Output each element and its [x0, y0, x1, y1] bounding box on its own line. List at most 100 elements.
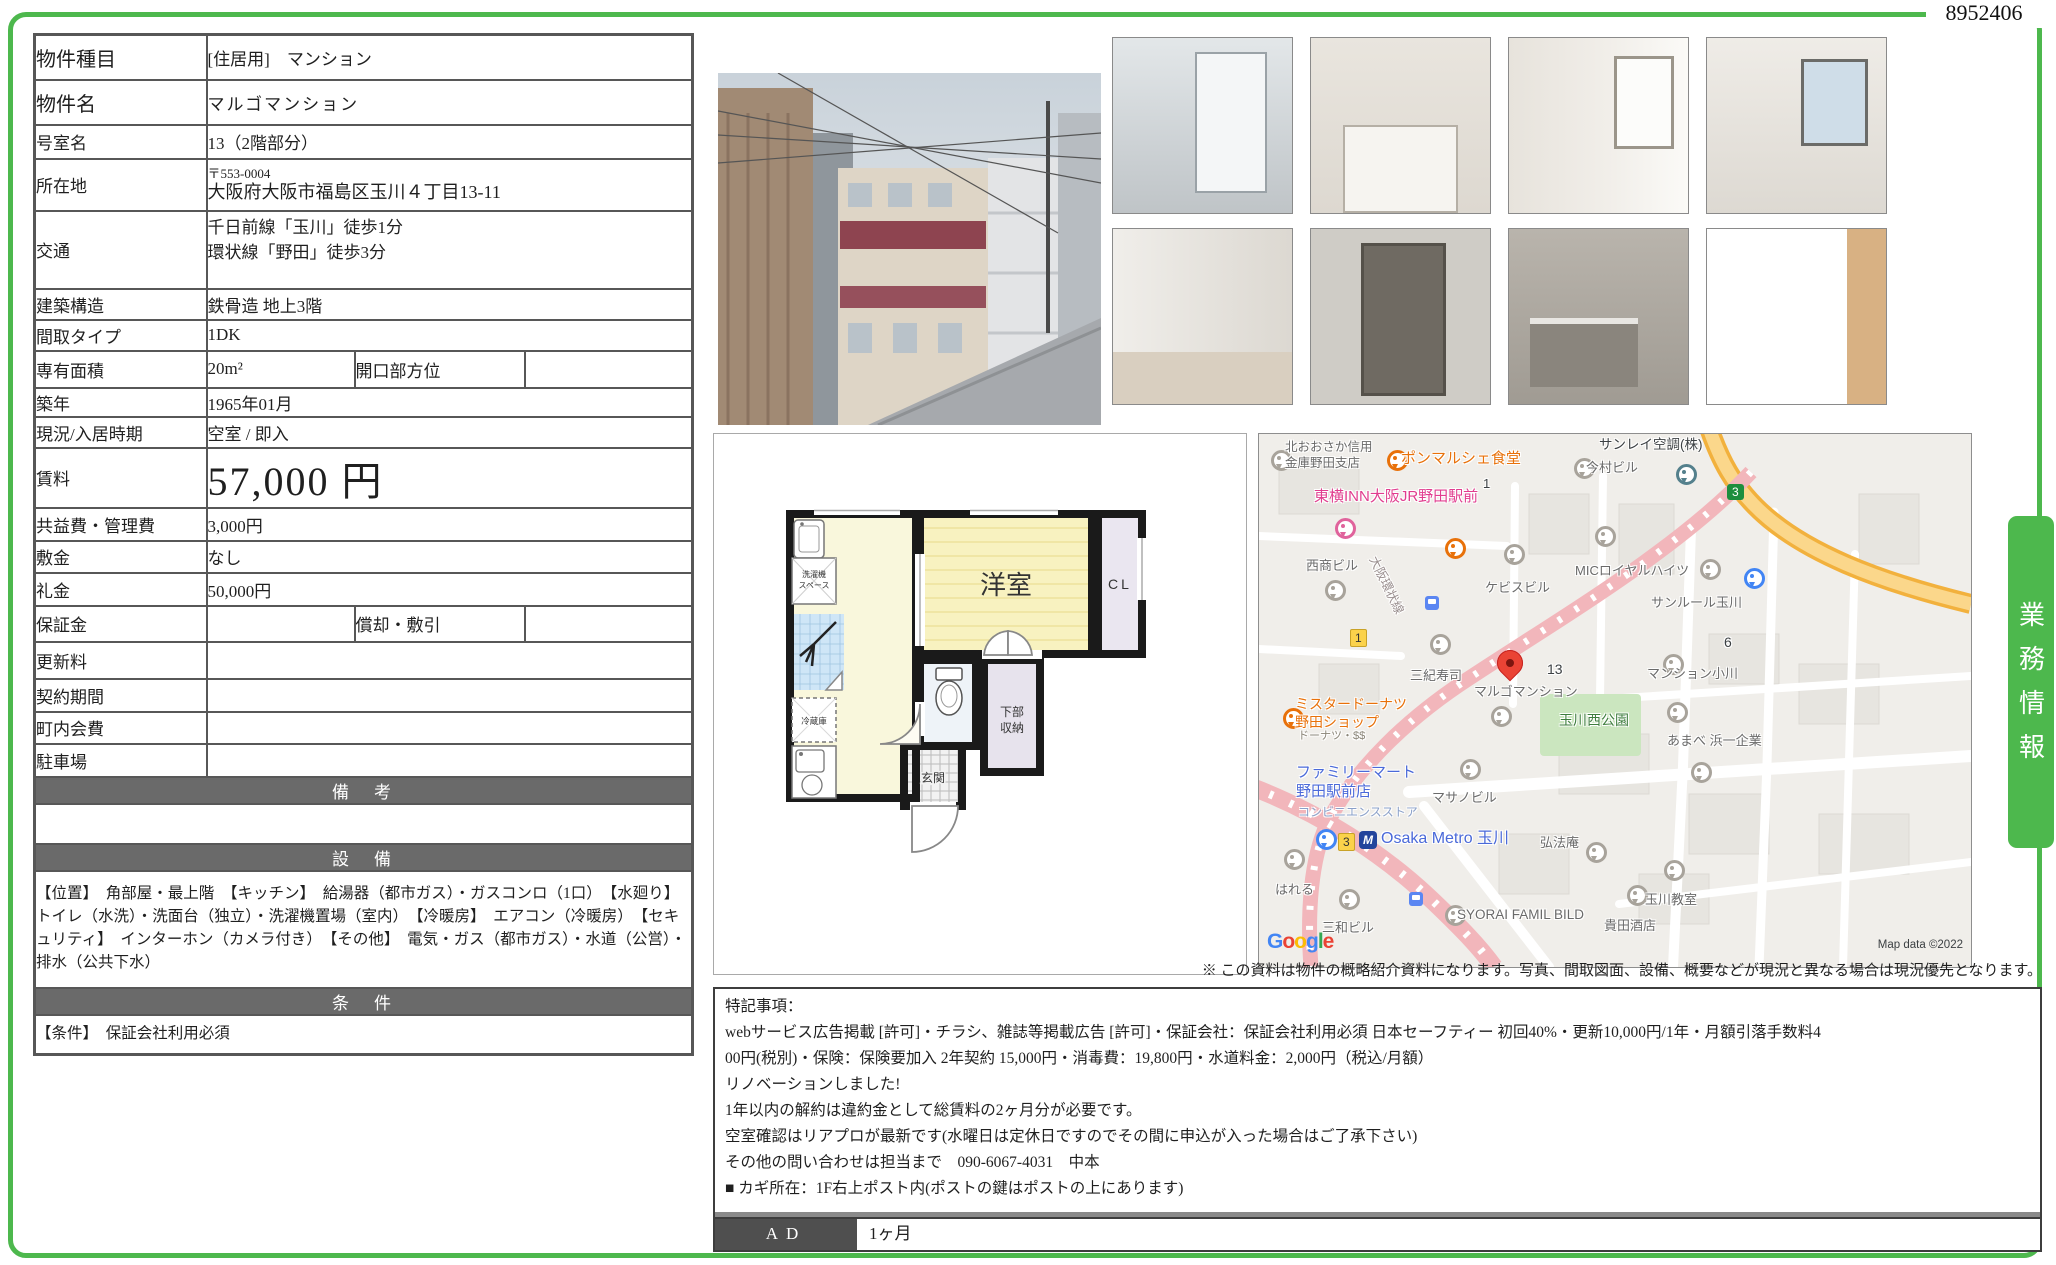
conditions-body-row: 【条件】 保証会社利用必須 [35, 1015, 693, 1055]
special-notes-box: 特記事項： webサービス広告掲載 [許可]・チラシ、雑誌等掲載広告 [許可]・… [713, 987, 2042, 1252]
map-label-masano: マサノビル [1432, 790, 1497, 806]
map-label-mister-donut: ミスタードーナツ 野田ショップ [1295, 696, 1415, 731]
train-station-icon [1425, 596, 1439, 610]
storage-label-1: 下部 [1000, 704, 1024, 719]
map-label-mister-donut-sub: ドーナツ・$$ [1298, 730, 1365, 744]
table-row: 所在地 〒553-0004 大阪府大阪市福島区玉川４丁目13-11 [35, 159, 693, 211]
row-value-2 [525, 606, 693, 642]
table-row: 号室名 13（2階部分） [35, 125, 693, 159]
equipment-body: 【位置】 角部屋・最上階 【キッチン】 給湯器（都市ガス）・ガスコンロ（1口） … [35, 871, 693, 988]
row-label: 共益費・管理費 [35, 508, 207, 541]
map-label-mic-royal: MICロイヤルハイツ [1575, 563, 1689, 579]
remarks-body [35, 804, 693, 844]
row-label: 保証金 [35, 606, 207, 642]
row-label: 号室名 [35, 125, 207, 159]
row-label: 契約期間 [35, 679, 207, 712]
photo-thumbnail-7 [1508, 228, 1689, 405]
map-label-koboan: 弘法庵 [1540, 835, 1579, 851]
table-row: 保証金 償却・敷引 [35, 606, 693, 642]
restaurant-pin-icon [1445, 538, 1466, 559]
row-label: 交通 [35, 211, 207, 289]
map-pin [1691, 762, 1712, 783]
section-header-remarks: 備 考 [35, 777, 693, 804]
map-pin [1595, 526, 1616, 547]
row-value: 1965年01月 [207, 388, 693, 417]
map-label-ponmarche: ポンマルシェ食堂 [1401, 450, 1521, 469]
table-row: 共益費・管理費 3,000円 [35, 508, 693, 541]
photo-thumbnail-2 [1310, 37, 1491, 214]
fridge-label: 冷蔵庫 [801, 716, 827, 726]
ad-row: AD 1ヶ月 [715, 1217, 2040, 1250]
serial-number: 8952406 [1926, 0, 2042, 28]
map-pin [1504, 544, 1525, 565]
exterior-photo-graphic [718, 73, 1101, 425]
room-label: 洋室 [980, 570, 1032, 600]
row-value: 3,000円 [207, 508, 693, 541]
map-label-imamura: 今村ビル [1586, 460, 1638, 476]
row-value: [住居用] マンション [207, 35, 693, 80]
transit-pin-icon [1316, 829, 1337, 850]
floor-plan-graphic: 洋室 CL 下部 収納 玄関 洗濯機 スペース 冷蔵庫 [714, 434, 1246, 974]
map-label-sanrei: サンレイ空調(株) [1599, 437, 1703, 454]
row-value [207, 679, 693, 712]
map-pin [1586, 842, 1607, 863]
photo-thumbnail-8 [1706, 228, 1887, 405]
google-logo: Google [1267, 930, 1333, 954]
note-line: 特記事項： [725, 994, 2030, 1020]
row-label: 物件種目 [35, 35, 207, 80]
map-label-sunroule: サンルール玉川 [1651, 595, 1742, 611]
row-value [207, 712, 693, 744]
row-value: 〒553-0004 大阪府大阪市福島区玉川４丁目13-11 [207, 159, 693, 211]
remarks-body-row [35, 804, 693, 844]
equipment-body-row: 【位置】 角部屋・最上階 【キッチン】 給湯器（都市ガス）・ガスコンロ（1口） … [35, 871, 693, 988]
note-line: 空室確認はリアプロが最新です(水曜日は定休日ですのでその間に申込が入った場合はご… [725, 1124, 2030, 1150]
note-line: 00円(税別)・保険：保険要加入 2年契約 15,000円・消毒費：19,800… [725, 1046, 2030, 1072]
note-line: webサービス広告掲載 [許可]・チラシ、雑誌等掲載広告 [許可]・保証会社：保… [725, 1020, 2030, 1046]
closet-label: CL [1108, 576, 1132, 592]
table-row: 現況/入居時期 空室 / 即入 [35, 417, 693, 448]
stop-badge: 1 [1350, 629, 1367, 647]
row-label-2: 開口部方位 [355, 351, 525, 388]
row-label: 専有面積 [35, 351, 207, 388]
note-line: ■ カギ所在：1F右上ポスト内(ポストの鍵はポストの上にあります) [725, 1176, 2030, 1202]
address: 大阪府大阪市福島区玉川４丁目13-11 [208, 181, 692, 203]
photo-thumbnail-5 [1112, 228, 1293, 405]
map-pin [1284, 849, 1305, 870]
section-header-conditions: 条 件 [35, 988, 693, 1015]
stop-badge: 3 [1338, 833, 1355, 851]
business-info-tab: 業務情報 [2008, 516, 2054, 848]
map-label-sanki: 三紀寿司 [1410, 668, 1462, 684]
photo-thumbnail-4 [1706, 37, 1887, 214]
row-value-2 [525, 351, 693, 388]
ad-value: 1ヶ月 [857, 1219, 2040, 1250]
table-row: 契約期間 [35, 679, 693, 712]
row-label: 建築構造 [35, 289, 207, 320]
photo-thumbnail-1 [1112, 37, 1293, 214]
property-table: 物件種目 [住居用] マンション 物件名 マルゴマンション 号室名 13（2階部… [33, 33, 694, 1056]
row-label: 築年 [35, 388, 207, 417]
ad-label: AD [715, 1219, 857, 1250]
map-pin [1676, 464, 1697, 485]
map-pin [1430, 634, 1451, 655]
row-value: マルゴマンション [207, 80, 693, 125]
floor-plan: 洋室 CL 下部 収納 玄関 洗濯機 スペース 冷蔵庫 [713, 433, 1247, 975]
map-pin [1325, 580, 1346, 601]
map-label-kida: 貴田酒店 [1604, 918, 1656, 934]
map-label-syorai: SYORAI FAMIL BILD [1457, 907, 1584, 924]
map-pin [1460, 759, 1481, 780]
shopping-pin-icon [1744, 568, 1765, 589]
note-line: 1年以内の解約は違約金として総賃料の2ヶ月分が必要です。 [725, 1098, 2030, 1124]
traffic-line-2: 環状線「野田」徒歩3分 [208, 240, 692, 265]
row-label: 礼金 [35, 573, 207, 606]
map-label-toyoko-inn: 東横INN大阪JR野田駅前 [1314, 488, 1478, 507]
row-label: 駐車場 [35, 744, 207, 777]
table-row: 交通 千日前線「玉川」徒歩1分 環状線「野田」徒歩3分 [35, 211, 693, 289]
map-label-familymart-sub: コンビニエンスストア [1298, 805, 1418, 820]
row-label: 物件名 [35, 80, 207, 125]
train-station-icon [1409, 892, 1423, 906]
map-label-familymart: ファミリーマート 野田駅前店 [1296, 764, 1424, 802]
map-pin [1491, 706, 1512, 727]
map-copyright: Map data ©2022 [1878, 939, 1963, 951]
row-value: 千日前線「玉川」徒歩1分 環状線「野田」徒歩3分 [207, 211, 693, 289]
row-value: 鉄骨造 地上3階 [207, 289, 693, 320]
